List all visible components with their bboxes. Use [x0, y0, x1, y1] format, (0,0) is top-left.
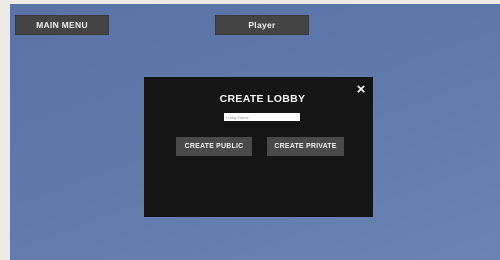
game-viewport: MAIN MENU Player × CREATE LOBBY CREATE P… [10, 4, 500, 260]
create-public-button[interactable]: CREATE PUBLIC [176, 137, 252, 156]
dialog-title: CREATE LOBBY [219, 93, 306, 105]
create-lobby-dialog: × CREATE LOBBY CREATE PUBLIC CREATE PRIV… [144, 77, 373, 217]
create-private-button[interactable]: CREATE PRIVATE [267, 137, 344, 156]
lobby-name-input[interactable] [224, 113, 300, 121]
player-button[interactable]: Player [215, 15, 309, 35]
main-menu-button[interactable]: MAIN MENU [15, 15, 109, 35]
